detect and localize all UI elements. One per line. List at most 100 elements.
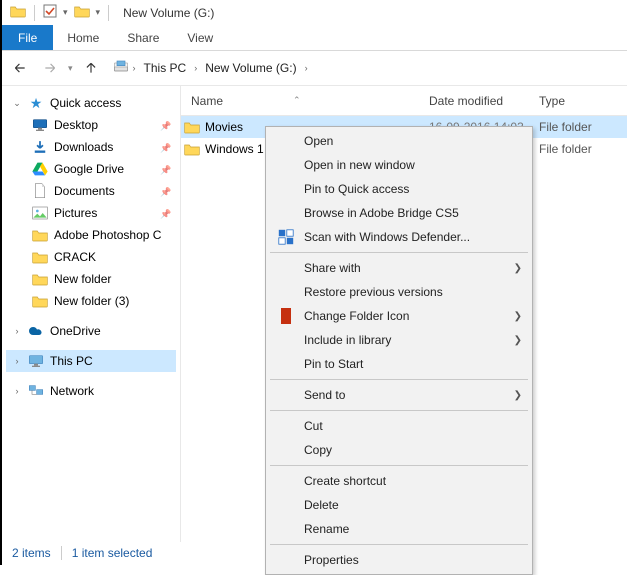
- sidebar-item-icon: [32, 205, 48, 221]
- menu-item[interactable]: Properties: [268, 548, 530, 572]
- folder-icon: [181, 142, 203, 156]
- submenu-arrow-icon: ❯: [514, 390, 522, 401]
- sort-indicator-icon: ⌃: [293, 95, 301, 106]
- qat-folder-icon: [74, 4, 90, 21]
- sidebar-item-icon: [32, 271, 48, 287]
- pin-icon: [160, 140, 172, 154]
- network-node[interactable]: › Network: [6, 380, 176, 402]
- menu-item-label: Delete: [304, 498, 522, 512]
- menu-item[interactable]: Pin to Quick access: [268, 177, 530, 201]
- onedrive-node[interactable]: › OneDrive: [6, 320, 176, 342]
- menu-item[interactable]: Create shortcut: [268, 469, 530, 493]
- menu-item-label: Open: [304, 134, 522, 148]
- menu-item-label: Send to: [304, 388, 506, 402]
- menu-item[interactable]: Copy: [268, 438, 530, 462]
- sidebar-item[interactable]: Desktop: [26, 114, 176, 136]
- menu-separator: [270, 252, 528, 253]
- file-tab[interactable]: File: [2, 25, 53, 50]
- sidebar-item[interactable]: Documents: [26, 180, 176, 202]
- sidebar-item[interactable]: Google Drive: [26, 158, 176, 180]
- up-button[interactable]: [79, 56, 103, 80]
- menu-item-label: Browse in Adobe Bridge CS5: [304, 206, 522, 220]
- this-pc-node[interactable]: › This PC: [6, 350, 176, 372]
- menu-item-label: Create shortcut: [304, 474, 522, 488]
- breadcrumb-segment[interactable]: New Volume (G:): [201, 59, 300, 77]
- menu-item[interactable]: Rename: [268, 517, 530, 541]
- sidebar-item[interactable]: Pictures: [26, 202, 176, 224]
- sidebar-item[interactable]: Downloads: [26, 136, 176, 158]
- menu-item[interactable]: Open in new window: [268, 153, 530, 177]
- menu-separator: [270, 410, 528, 411]
- sidebar-item-label: Pictures: [54, 206, 154, 220]
- star-icon: ★: [28, 95, 44, 111]
- menu-separator: [270, 379, 528, 380]
- caret-collapsed-icon[interactable]: ›: [12, 326, 22, 336]
- menu-item-icon: [276, 229, 296, 245]
- tab-share[interactable]: Share: [113, 25, 173, 50]
- address-bar[interactable]: › This PC › New Volume (G:) ›: [109, 56, 312, 80]
- tab-home[interactable]: Home: [53, 25, 113, 50]
- caret-collapsed-icon[interactable]: ›: [12, 356, 22, 366]
- status-selection-count: 1 item selected: [72, 546, 153, 560]
- this-pc-label: This PC: [50, 354, 172, 368]
- caret-expanded-icon[interactable]: ⌄: [12, 98, 22, 109]
- submenu-arrow-icon: ❯: [514, 335, 522, 346]
- status-item-count: 2 items: [12, 546, 51, 560]
- quick-access-node[interactable]: ⌄ ★ Quick access: [6, 92, 176, 114]
- menu-item-label: Pin to Quick access: [304, 182, 522, 196]
- menu-item-label: Copy: [304, 443, 522, 457]
- file-type: File folder: [539, 120, 592, 134]
- pin-icon: [160, 184, 172, 198]
- folder-icon: [10, 4, 26, 21]
- qat-checkbox-icon[interactable]: [43, 4, 57, 21]
- chevron-right-icon[interactable]: ›: [194, 63, 197, 73]
- chevron-down-icon[interactable]: ▾: [96, 7, 101, 18]
- sidebar-item[interactable]: New folder (3): [26, 290, 176, 312]
- folder-icon: [181, 120, 203, 134]
- sidebar-item-icon: [32, 117, 48, 133]
- pin-icon: [160, 162, 172, 176]
- menu-item-label: Scan with Windows Defender...: [304, 230, 522, 244]
- sidebar-item-icon: [32, 139, 48, 155]
- sidebar-item-icon: [32, 161, 48, 177]
- menu-item[interactable]: Share with❯: [268, 256, 530, 280]
- breadcrumb-segment[interactable]: This PC: [140, 59, 191, 77]
- back-button[interactable]: [8, 56, 32, 80]
- pin-icon: [160, 118, 172, 132]
- sidebar-item-label: Adobe Photoshop C: [54, 228, 172, 242]
- column-name[interactable]: Name: [191, 94, 223, 108]
- menu-item-label: Rename: [304, 522, 522, 536]
- menu-item[interactable]: Pin to Start: [268, 352, 530, 376]
- forward-button[interactable]: [38, 56, 62, 80]
- menu-item[interactable]: Restore previous versions: [268, 280, 530, 304]
- chevron-right-icon[interactable]: ›: [133, 63, 136, 73]
- menu-item[interactable]: Open: [268, 129, 530, 153]
- sidebar-item-icon: [32, 249, 48, 265]
- sidebar-item[interactable]: CRACK: [26, 246, 176, 268]
- tab-view[interactable]: View: [173, 25, 227, 50]
- title-bar: ▾ ▾ New Volume (G:): [2, 0, 627, 25]
- menu-item[interactable]: Cut: [268, 414, 530, 438]
- chevron-down-icon[interactable]: ▾: [63, 7, 68, 18]
- menu-item-label: Cut: [304, 419, 522, 433]
- column-type[interactable]: Type: [539, 94, 627, 108]
- sidebar-item[interactable]: New folder: [26, 268, 176, 290]
- menu-item-label: Pin to Start: [304, 357, 522, 371]
- column-headers[interactable]: Name ⌃ Date modified Type: [181, 86, 627, 116]
- column-date[interactable]: Date modified: [429, 94, 539, 108]
- sidebar-item[interactable]: Adobe Photoshop C: [26, 224, 176, 246]
- menu-item[interactable]: Send to ❯: [268, 383, 530, 407]
- caret-collapsed-icon[interactable]: ›: [12, 386, 22, 396]
- ribbon: File Home Share View: [2, 25, 627, 51]
- quick-access-label: Quick access: [50, 96, 172, 110]
- menu-item[interactable]: Include in library❯: [268, 328, 530, 352]
- menu-item[interactable]: Browse in Adobe Bridge CS5: [268, 201, 530, 225]
- sidebar-item-label: Downloads: [54, 140, 154, 154]
- recent-dropdown[interactable]: ▾: [68, 63, 73, 74]
- menu-item[interactable]: Scan with Windows Defender...: [268, 225, 530, 249]
- chevron-right-icon[interactable]: ›: [305, 63, 308, 73]
- sidebar-item-icon: [32, 183, 48, 199]
- menu-item-label: Change Folder Icon: [304, 309, 506, 323]
- menu-item[interactable]: Change Folder Icon❯: [268, 304, 530, 328]
- menu-item[interactable]: Delete: [268, 493, 530, 517]
